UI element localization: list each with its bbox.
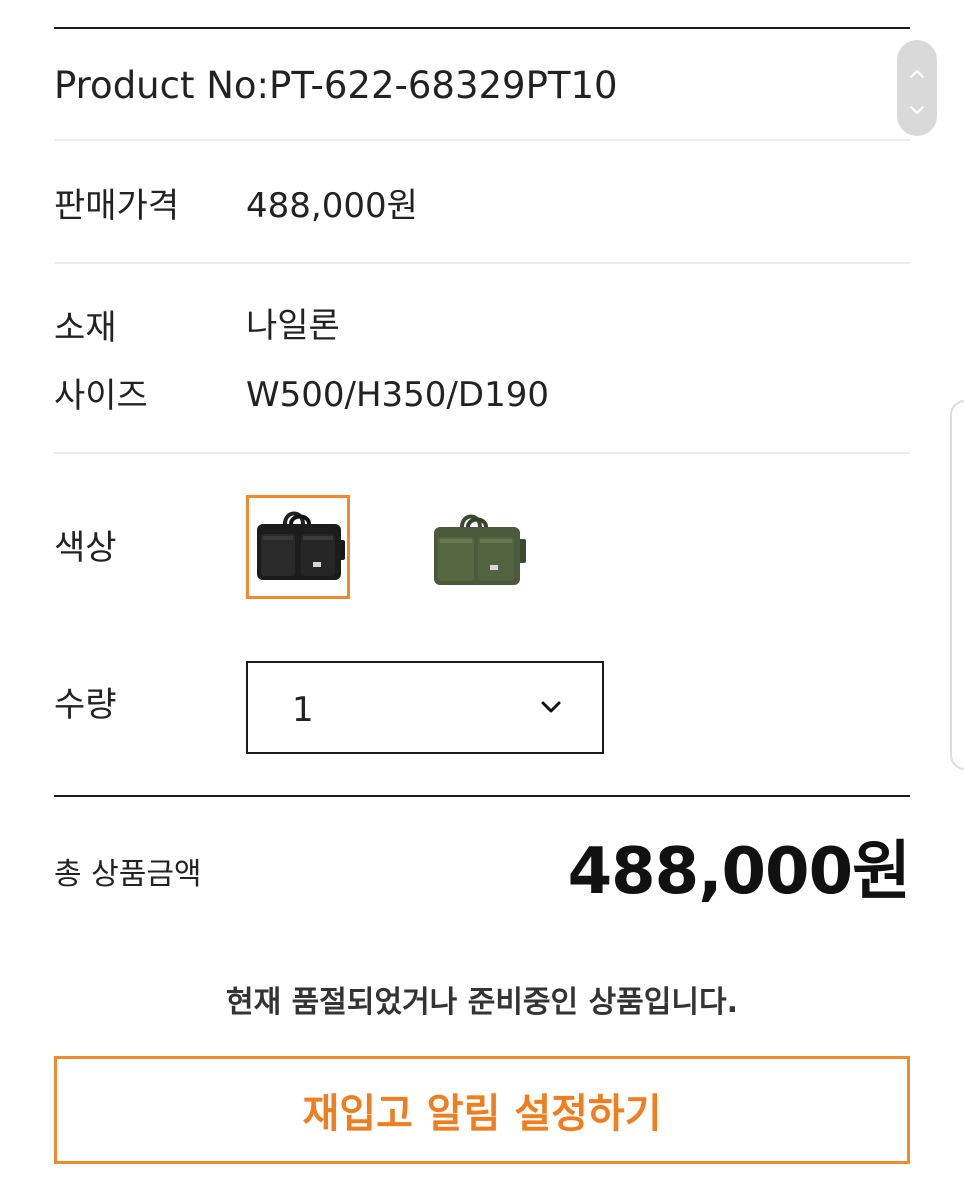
quantity-value: 1 [292,690,314,730]
size-label: 사이즈 [54,376,148,416]
chevron-down-icon [540,699,562,718]
material-label: 소재 [54,308,117,348]
black-bag-thumbnail [257,511,345,580]
total-divider [54,795,910,797]
size-value: W500/H350/D190 [246,375,549,415]
material-value: 나일론 [246,306,340,346]
divider [54,262,910,264]
price-label: 판매가격 [54,186,180,226]
divider [54,139,910,141]
color-label: 색상 [54,528,117,568]
price-value: 488,000원 [246,186,418,226]
top-divider [54,27,910,29]
total-price: 488,000원 [567,835,911,909]
product-number: Product No:PT-622-68329PT10 [54,64,618,107]
quantity-label: 수량 [54,685,117,725]
chevron-up-icon[interactable] [909,64,925,83]
quantity-select[interactable]: 1 [246,661,604,754]
sold-out-message: 현재 품절되었거나 준비중인 상품입니다. [226,985,738,1020]
olive-bag-thumbnail [434,514,526,585]
restock-alert-button-label: 재입고 알림 설정하기 [302,1091,662,1137]
divider [54,452,910,454]
color-option-black[interactable] [246,495,350,599]
scroll-nav-widget [897,40,937,136]
color-option-olive[interactable] [427,500,531,604]
edge-panel-handle[interactable] [950,400,964,770]
chevron-down-icon[interactable] [909,100,925,119]
product-detail-panel: Product No:PT-622-68329PT10 판매가격 488,000… [54,0,911,1200]
total-label: 총 상품금액 [54,857,202,892]
restock-alert-button[interactable]: 재입고 알림 설정하기 [54,1056,910,1164]
